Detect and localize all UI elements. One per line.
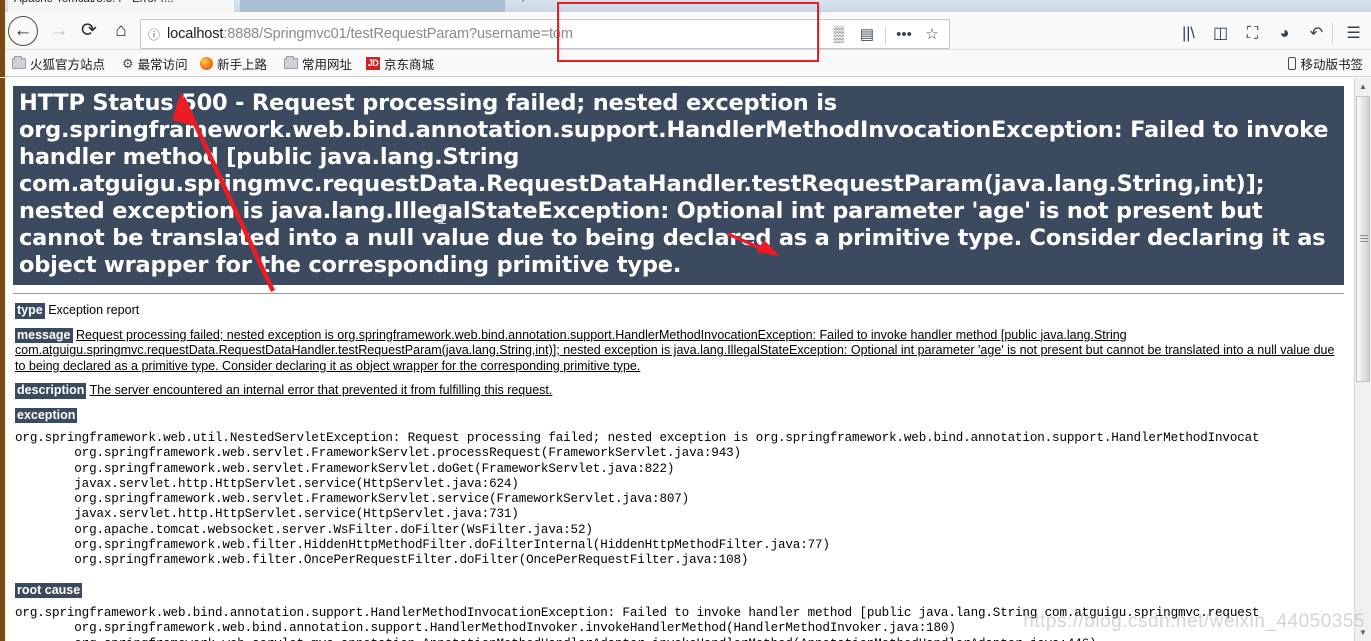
bookmark-star-icon[interactable]: ☆ bbox=[919, 22, 945, 48]
address-bar-separator bbox=[885, 26, 886, 44]
toolbar-separator bbox=[1332, 23, 1333, 44]
tab-title: Apache Tomcat/8.5.4 - Error r... bbox=[14, 0, 174, 5]
bookmark-label: 京东商城 bbox=[384, 58, 435, 72]
jd-icon: JD bbox=[366, 57, 380, 70]
section-message: message Request processing failed; neste… bbox=[15, 327, 1346, 375]
url-text: localhost:8888/Springmvc01/testRequestPa… bbox=[167, 26, 573, 42]
bookmark-item-mobile-bookmarks[interactable]: 移动版书签 bbox=[1288, 54, 1363, 73]
bookmark-item-firefox-official[interactable]: 火狐官方站点 bbox=[12, 54, 105, 73]
section-type: type Exception report bbox=[15, 303, 1346, 319]
scrollbar-thumb[interactable] bbox=[1356, 96, 1370, 382]
url-host: localhost bbox=[167, 26, 224, 42]
bookmark-label: 新手上路 bbox=[217, 58, 268, 72]
bookmark-label: 火狐官方站点 bbox=[30, 58, 106, 72]
bookmark-label: 常用网址 bbox=[302, 58, 353, 72]
tab-active[interactable]: Apache Tomcat/8.5.4 - Error r... bbox=[8, 0, 234, 12]
section-label-root-cause: root cause bbox=[15, 582, 83, 599]
window-left-edge-bm bbox=[0, 50, 5, 77]
section-exception: exception bbox=[15, 407, 1346, 423]
site-info-icon[interactable]: ⓘ bbox=[141, 26, 167, 43]
forward-icon[interactable]: → bbox=[44, 16, 74, 46]
root-cause-stack-trace: org.springframework.web.bind.annotation.… bbox=[15, 606, 1260, 641]
window-left-edge bbox=[0, 0, 5, 12]
section-description: description The server encountered an in… bbox=[15, 383, 1346, 399]
bookmark-item-getting-started[interactable]: 新手上路 bbox=[200, 54, 267, 73]
section-label-type: type bbox=[15, 303, 45, 319]
menu-hamburger-icon[interactable]: ☰ bbox=[1340, 21, 1367, 47]
exception-stack-trace: org.springframework.web.util.NestedServl… bbox=[15, 431, 1260, 568]
bookmarks-bar: 火狐官方站点 ⚙ 最常访问 新手上路 常用网址 JD 京东商城 移动版书签 bbox=[0, 50, 1371, 77]
address-bar-actions: ▒ ▤ ••• ☆ bbox=[826, 20, 945, 50]
section-text-type: Exception report bbox=[48, 303, 140, 317]
screenshot-icon[interactable]: ⛶ bbox=[1239, 21, 1266, 47]
section-text-message: Request processing failed; nested except… bbox=[15, 327, 1335, 373]
phone-icon bbox=[1288, 57, 1297, 70]
qr-code-icon[interactable]: ▒ bbox=[826, 22, 852, 48]
page-actions-icon[interactable]: ••• bbox=[891, 22, 917, 48]
scrollbar-grip-icon bbox=[1360, 235, 1368, 242]
reader-mode-icon[interactable]: ▤ bbox=[854, 22, 880, 48]
window-left-edge-nav bbox=[0, 12, 5, 50]
section-label-description: description bbox=[15, 383, 87, 399]
folder-icon bbox=[12, 56, 26, 69]
tab-strip: Apache Tomcat/8.5.4 - Error r... + bbox=[0, 0, 1371, 12]
divider-rule bbox=[13, 293, 1344, 294]
bookmark-item-jd[interactable]: JD 京东商城 bbox=[366, 54, 434, 73]
library-icon[interactable]: ||\ bbox=[1175, 21, 1202, 47]
scroll-up-arrow-icon[interactable]: ▲ bbox=[1355, 78, 1371, 95]
section-text-description: The server encountered an internal error… bbox=[89, 383, 553, 397]
vertical-scrollbar[interactable]: ▲ ▼ bbox=[1354, 78, 1371, 641]
bookmark-item-most-visited[interactable]: ⚙ 最常访问 bbox=[122, 54, 188, 73]
section-root-cause: root cause bbox=[15, 582, 1346, 599]
new-tab-button[interactable]: + bbox=[512, 0, 534, 11]
section-label-message: message bbox=[15, 327, 73, 343]
window-left-edge-content bbox=[0, 78, 5, 641]
section-label-exception: exception bbox=[15, 407, 78, 423]
tab-inactive[interactable] bbox=[240, 0, 505, 12]
pocket-icon[interactable]: ◕ bbox=[1271, 21, 1298, 47]
browser-window: Apache Tomcat/8.5.4 - Error r... + ← → ⟳… bbox=[0, 0, 1371, 641]
bookmark-label: 最常访问 bbox=[137, 58, 188, 72]
folder-icon bbox=[284, 56, 298, 69]
tomcat-error-page: HTTP Status 500 - Request processing fai… bbox=[5, 78, 1354, 641]
home-icon[interactable]: ⌂ bbox=[106, 16, 136, 46]
text-cursor bbox=[438, 204, 445, 224]
url-path: :8888/Springmvc01/testRequestParam?usern… bbox=[223, 26, 573, 42]
http-status-heading: HTTP Status 500 - Request processing fai… bbox=[13, 86, 1344, 285]
page-viewport: HTTP Status 500 - Request processing fai… bbox=[0, 78, 1371, 641]
reload-icon[interactable]: ⟳ bbox=[74, 16, 104, 46]
firefox-icon bbox=[200, 57, 213, 70]
history-back-icon[interactable]: ↶ bbox=[1303, 21, 1330, 47]
sidebar-icon[interactable]: ◫ bbox=[1207, 21, 1234, 47]
address-bar[interactable]: ⓘ localhost:8888/Springmvc01/testRequest… bbox=[140, 19, 950, 49]
bookmark-item-common-sites[interactable]: 常用网址 bbox=[284, 54, 352, 73]
bookmark-label: 移动版书签 bbox=[1300, 58, 1363, 72]
back-icon[interactable]: ← bbox=[8, 16, 38, 46]
scroll-down-arrow-icon[interactable]: ▼ bbox=[1355, 624, 1371, 641]
navigation-toolbar: ← → ⟳ ⌂ ⓘ localhost:8888/Springmvc01/tes… bbox=[0, 12, 1371, 50]
